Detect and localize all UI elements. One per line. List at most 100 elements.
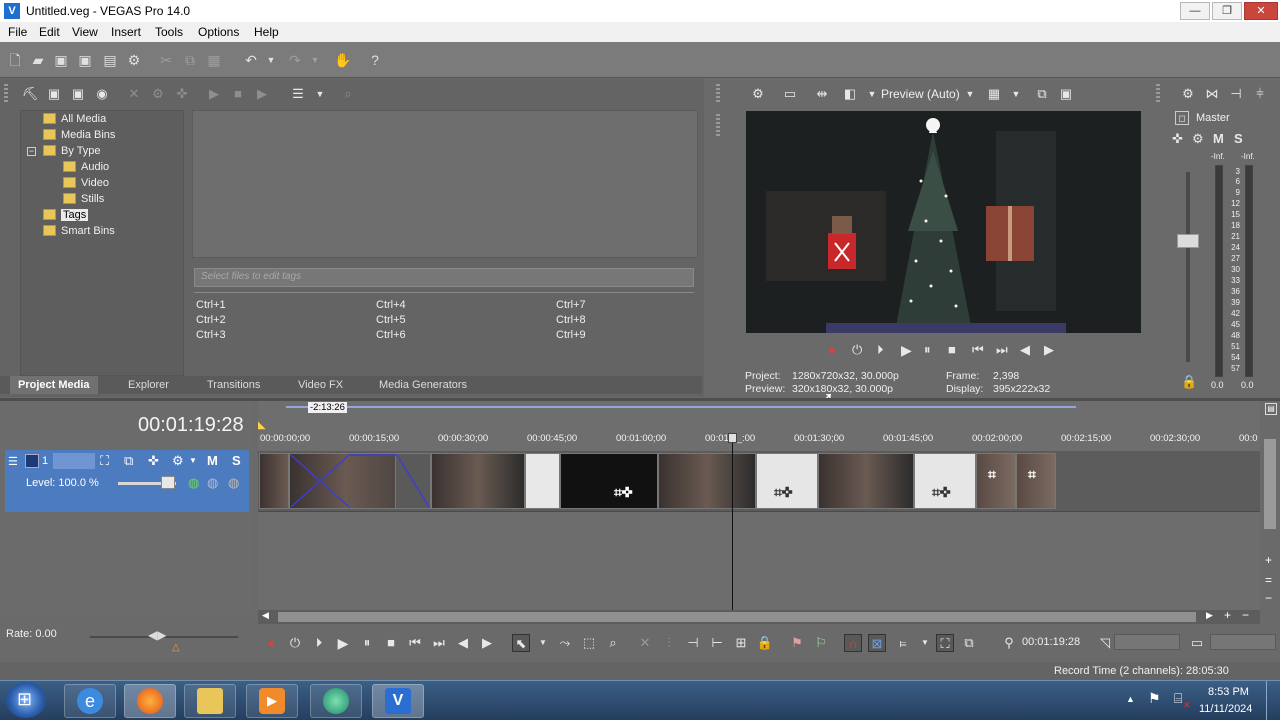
track-compositing-icon[interactable]: ✜ bbox=[148, 453, 159, 469]
horizontal-scroll-thumb[interactable] bbox=[278, 612, 1196, 622]
undo-dropdown-icon[interactable]: ▼ bbox=[262, 51, 280, 69]
loop-region-bar[interactable] bbox=[286, 406, 1076, 408]
tree-item-all-media[interactable]: All Media bbox=[43, 111, 106, 127]
stop-media-icon[interactable]: ■ bbox=[228, 80, 248, 108]
zoom-in-vertical-icon[interactable]: + bbox=[1265, 553, 1272, 567]
taskbar-app[interactable] bbox=[310, 684, 362, 718]
whats-this-help-icon[interactable]: ? bbox=[366, 51, 384, 69]
tag-shortcut[interactable]: Ctrl+9 bbox=[556, 329, 586, 341]
auto-preview-icon[interactable]: ▶ bbox=[252, 80, 272, 108]
menu-options[interactable]: Options bbox=[198, 25, 239, 39]
tree-item-stills[interactable]: Stills bbox=[63, 191, 104, 207]
lock-icon[interactable]: 🔒 bbox=[1181, 374, 1197, 390]
tab-video-fx[interactable]: Video FX bbox=[290, 376, 351, 394]
downmix-icon[interactable]: ⋈ bbox=[1202, 80, 1222, 108]
master-fx-toggle-icon[interactable]: ◻ bbox=[1175, 111, 1189, 125]
show-desktop-button[interactable] bbox=[1266, 681, 1280, 720]
tree-item-media-bins[interactable]: Media Bins bbox=[43, 127, 115, 143]
taskbar-internet-explorer[interactable]: e bbox=[64, 684, 116, 718]
track-color-icon[interactable] bbox=[25, 454, 39, 468]
event-pan-crop-icon[interactable]: ⌗✜ bbox=[932, 484, 950, 501]
dim-output-icon[interactable]: ⊣ bbox=[1226, 80, 1246, 108]
tag-shortcut[interactable]: Ctrl+8 bbox=[556, 314, 586, 326]
parent-motion-icon[interactable]: ◍ bbox=[207, 475, 218, 491]
views-dropdown-icon[interactable]: ▼ bbox=[310, 80, 330, 108]
save-as-icon[interactable]: ▣ bbox=[76, 51, 94, 69]
tab-transitions[interactable]: Transitions bbox=[199, 376, 268, 394]
zoom-tracks-icon[interactable]: ▤ bbox=[1265, 403, 1277, 415]
system-clock-time[interactable]: 8:53 PM bbox=[1208, 686, 1249, 698]
tag-shortcut[interactable]: Ctrl+6 bbox=[376, 329, 406, 341]
mixer-settings-icon[interactable]: ⫩ bbox=[1250, 80, 1270, 108]
scroll-right-icon[interactable]: ▶ bbox=[1206, 610, 1213, 621]
get-media-web-icon[interactable]: ◉ bbox=[92, 80, 112, 108]
expand-toggle-icon[interactable]: − bbox=[27, 147, 36, 156]
zoom-edit-tool-icon[interactable]: ⌕ bbox=[604, 634, 622, 652]
capture-video-icon[interactable]: ▣ bbox=[44, 80, 64, 108]
tag-shortcut[interactable]: Ctrl+3 bbox=[196, 329, 226, 341]
enable-snapping-icon[interactable]: ∩ bbox=[844, 634, 862, 652]
media-file-list[interactable] bbox=[192, 110, 698, 258]
loop-playback-icon[interactable]: ⏻ bbox=[852, 342, 862, 358]
go-to-start-icon[interactable]: ⏮ bbox=[406, 634, 424, 652]
network-icon[interactable]: ⌸ bbox=[1174, 690, 1182, 707]
panel-grip[interactable] bbox=[1156, 84, 1160, 104]
grid-icon[interactable]: ▦ bbox=[984, 80, 1004, 108]
zoom-out-horizontal-icon[interactable]: − bbox=[1242, 608, 1249, 622]
selection-length-field[interactable] bbox=[1114, 634, 1180, 650]
maximize-button[interactable]: ❐ bbox=[1212, 2, 1242, 20]
video-event-clip[interactable] bbox=[976, 453, 1016, 509]
tree-item-tags[interactable]: Tags bbox=[43, 207, 89, 223]
pause-icon[interactable]: ⏸ bbox=[358, 634, 376, 652]
get-media-icon[interactable]: ▣ bbox=[68, 80, 88, 108]
open-icon[interactable]: ▰ bbox=[29, 51, 47, 69]
stop-icon[interactable]: ■ bbox=[948, 342, 956, 357]
track-mute-button[interactable]: M bbox=[207, 453, 218, 468]
timeline-vertical-scrollbar[interactable]: ▤ + = − bbox=[1261, 401, 1280, 611]
video-event-clip[interactable] bbox=[818, 453, 914, 509]
panel-grip[interactable] bbox=[716, 114, 720, 138]
grid-dropdown-icon[interactable]: ▼ bbox=[1006, 80, 1026, 108]
record-icon[interactable]: ● bbox=[262, 634, 280, 652]
event-pan-crop-icon[interactable]: ⌗ bbox=[1028, 466, 1036, 483]
menu-help[interactable]: Help bbox=[254, 25, 279, 39]
master-solo-button[interactable]: S bbox=[1234, 131, 1243, 146]
menu-file[interactable]: File bbox=[8, 25, 27, 39]
render-as-icon[interactable]: ▤ bbox=[101, 51, 119, 69]
rate-slider-handle[interactable]: ◀▶ bbox=[148, 628, 166, 642]
preview-quality-select[interactable]: Preview (Auto) bbox=[881, 87, 960, 101]
preview-quality-dropdown-icon[interactable]: ▼ bbox=[960, 80, 980, 108]
paste-icon[interactable]: ▦ bbox=[205, 51, 223, 69]
lock-icon[interactable]: 🔒 bbox=[756, 634, 774, 652]
play-from-start-icon[interactable]: ⏵ bbox=[877, 342, 884, 358]
menu-edit[interactable]: Edit bbox=[39, 25, 60, 39]
play-icon[interactable]: ▶ bbox=[334, 634, 352, 652]
envelope-edit-tool-icon[interactable]: ⤳ bbox=[556, 634, 574, 652]
cut-icon[interactable]: ✂ bbox=[157, 51, 175, 69]
previous-frame-icon[interactable]: ◀ bbox=[1020, 342, 1030, 358]
action-center-icon[interactable]: ⚑ bbox=[1148, 690, 1161, 707]
start-button[interactable]: ⊞ bbox=[6, 682, 46, 718]
close-button[interactable]: ✕ bbox=[1244, 2, 1278, 20]
tab-media-generators[interactable]: Media Generators bbox=[371, 376, 475, 394]
tag-shortcut[interactable]: Ctrl+4 bbox=[376, 299, 406, 311]
zoom-out-vertical-icon[interactable]: − bbox=[1265, 591, 1272, 605]
show-hidden-icons-icon[interactable]: ▲ bbox=[1126, 694, 1135, 704]
event-pan-crop-icon[interactable]: ⌗✜ bbox=[774, 484, 792, 501]
stop-icon[interactable]: ■ bbox=[382, 634, 400, 652]
tree-item-by-type[interactable]: By Type bbox=[43, 143, 101, 159]
go-to-end-icon[interactable]: ⏭ bbox=[430, 634, 448, 652]
event-pan-crop-icon[interactable]: ⌗✜ bbox=[614, 484, 632, 501]
tree-item-smart-bins[interactable]: Smart Bins bbox=[43, 223, 115, 239]
menu-tools[interactable]: Tools bbox=[155, 25, 183, 39]
edit-history-icon[interactable]: ✋ bbox=[334, 51, 352, 69]
ripple-dropdown-icon[interactable]: ▼ bbox=[916, 634, 934, 652]
play-media-icon[interactable]: ▶ bbox=[204, 80, 224, 108]
save-icon[interactable]: ▣ bbox=[52, 51, 70, 69]
next-frame-icon[interactable]: ▶ bbox=[478, 634, 496, 652]
track-level-slider-handle[interactable] bbox=[161, 476, 175, 489]
trim-icon[interactable]: ⫶ bbox=[660, 634, 678, 652]
delete-icon[interactable]: ✕ bbox=[636, 634, 654, 652]
tag-shortcut[interactable]: Ctrl+2 bbox=[196, 314, 226, 326]
split-icon[interactable]: ⊞ bbox=[732, 634, 750, 652]
